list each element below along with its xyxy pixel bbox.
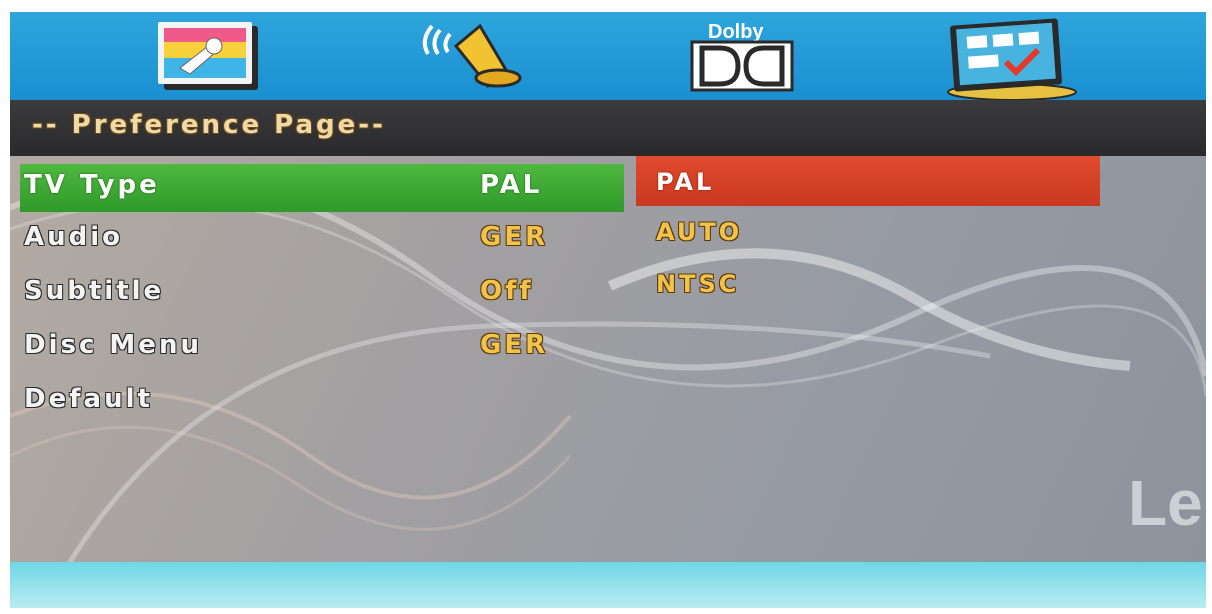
menu-item-label: Disc Menu [24,330,202,360]
menu-item-value: PAL [480,170,543,200]
menu-item-value: Off [480,276,534,306]
preference-checklist-icon [947,18,1077,100]
menu-item-subtitle[interactable]: Subtitle Off [10,270,1206,318]
brand-watermark: Le [1128,467,1203,539]
dolby-icon: Dolby [690,21,794,92]
menu-item-label: TV Type [24,170,160,200]
speaker-icon [422,23,522,89]
option-auto[interactable]: AUTO [656,218,742,252]
menu-item-label: Default [24,384,153,414]
menu-item-audio[interactable]: Audio GER [10,216,1206,264]
tab-preference-setup[interactable] [942,16,1082,100]
setup-tab-bar: Dolby [10,12,1206,100]
option-ntsc[interactable]: NTSC [656,270,739,304]
menu-item-default[interactable]: Default [10,378,1206,426]
menu-item-label: Audio [24,222,124,252]
menu-item-value: GER [480,222,549,252]
tab-audio-setup[interactable] [410,16,550,98]
menu-item-label: Subtitle [24,276,165,306]
option-pal[interactable]: PAL [656,168,714,202]
settings-wrench-icon [158,22,258,90]
tab-general-setup[interactable] [150,16,290,98]
menu-item-value: GER [480,330,549,360]
tab-dolby-setup[interactable]: Dolby [686,16,826,98]
page-header: -- Preference Page-- [10,100,1206,156]
bottom-status-bar [10,562,1206,608]
dvd-setup-screen: Dolby -- Preference Page-- TV Type PAL A… [10,12,1206,608]
page-title: -- Preference Page-- [32,110,386,140]
menu-area: TV Type PAL Audio GER Subtitle Off Disc … [10,156,1206,562]
menu-item-disc-menu[interactable]: Disc Menu GER [10,324,1206,372]
dolby-icon-label: Dolby [708,21,764,43]
